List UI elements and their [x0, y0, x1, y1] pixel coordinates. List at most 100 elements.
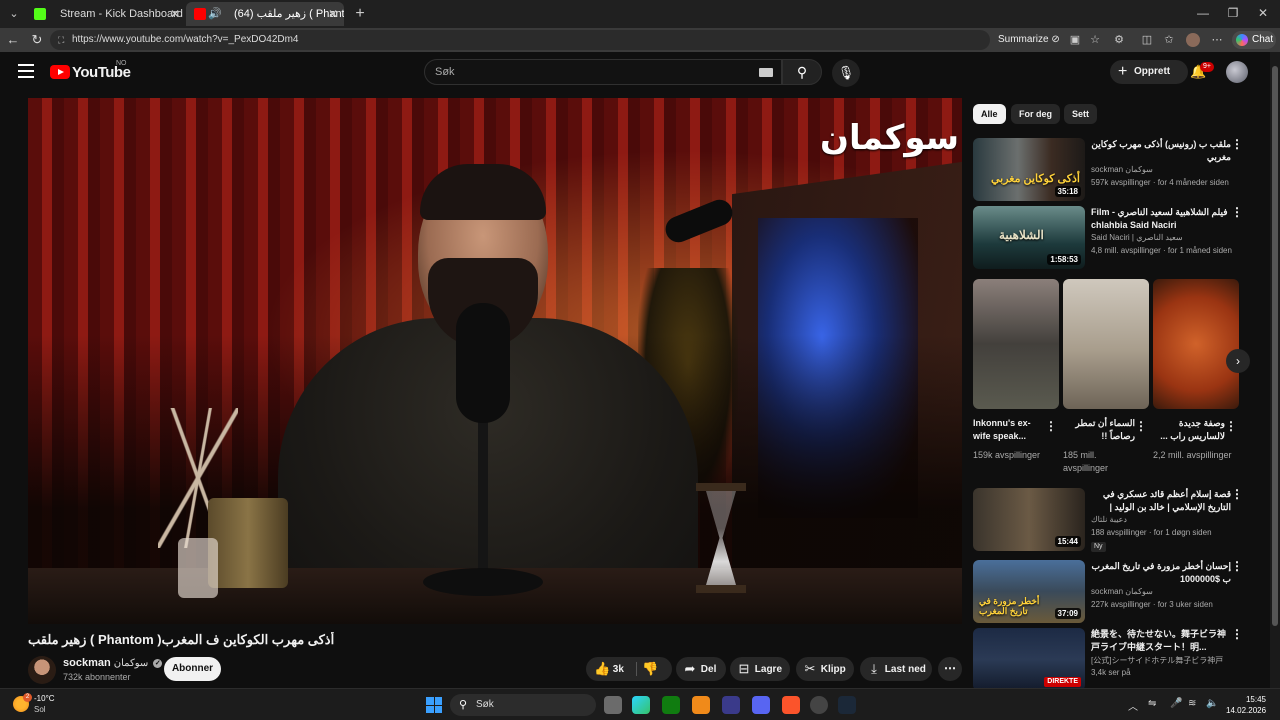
youtube-masthead: YouTube NO Søk ⚲ 🎙 + Opprett 🔔 9+ [0, 52, 1270, 92]
split-view-icon[interactable]: ◫ [1140, 33, 1154, 47]
share-button[interactable]: ➦ Del [676, 657, 726, 681]
wifi-icon[interactable]: ≋ [1188, 698, 1196, 709]
video-thumbnail[interactable]: DIREKTE [973, 628, 1085, 688]
search-input[interactable]: Søk [424, 59, 782, 85]
video-thumbnail[interactable]: الشلاهبية 1:58:53 [973, 206, 1085, 269]
favorite-star-icon[interactable]: ☆ [1088, 33, 1102, 47]
xbox-icon[interactable] [662, 696, 680, 714]
save-button[interactable]: ⊟ Lagre [730, 657, 790, 681]
close-window-icon[interactable]: ✕ [1248, 6, 1278, 20]
edge-browser-icon[interactable] [632, 696, 650, 714]
network-icon[interactable]: ⇋ [1148, 698, 1156, 709]
volume-icon[interactable]: 🔈 [1206, 698, 1218, 709]
copilot-chat-button[interactable]: Chat [1232, 31, 1276, 49]
recommendation-title[interactable]: ملقب ب (رونيس) أذكى مهرب كوكاين مغربي [1091, 138, 1231, 164]
subscribe-button[interactable]: Abonner [164, 657, 221, 681]
recommendation-channel[interactable]: دعيبة نلتاك [1091, 515, 1241, 524]
close-tab-icon[interactable]: ✕ [170, 2, 180, 26]
shorts-next-chevron-icon[interactable]: › [1226, 349, 1250, 373]
more-options-icon[interactable]: ⋮ [1225, 419, 1237, 433]
tab-kick-dashboard[interactable]: Stream - Kick Dashboard ✕ [26, 2, 186, 26]
create-button[interactable]: + Opprett [1110, 60, 1188, 84]
download-label: Last ned [884, 664, 926, 675]
favorites-icon[interactable]: ✩ [1162, 33, 1176, 47]
obs-icon[interactable] [810, 696, 828, 714]
short-thumbnail[interactable] [1153, 279, 1239, 409]
recommendation-title[interactable]: 絶景を、待たせない。舞子ビラ神戸ライブ中継スタート！明... [1091, 628, 1231, 654]
tray-chevron-icon[interactable]: ︿ [1128, 698, 1138, 713]
weather-temperature[interactable]: -10°C [34, 694, 55, 703]
recommendation-title[interactable]: إحسان أخطر مزورة في تاريخ المغرب ب $1000… [1091, 560, 1232, 586]
recommendation-title[interactable]: Film - فيلم الشلاهبية لسعيد الناصري chla… [1091, 206, 1231, 232]
extensions-icon[interactable]: ⚙ [1112, 33, 1126, 47]
new-tab-button[interactable]: + [350, 4, 370, 24]
more-options-icon[interactable]: ⋮ [1231, 560, 1243, 573]
more-actions-button[interactable]: ⋯ [938, 657, 962, 681]
recommendation-channel[interactable]: Said Naciri | سعيد الناصري [1091, 233, 1241, 242]
taskbar-clock[interactable]: 15:45 14.02.2026 [1226, 694, 1266, 716]
like-button[interactable]: 👍 3k [594, 657, 624, 682]
brave-icon[interactable] [782, 696, 800, 714]
video-thumbnail[interactable]: أذكى كوكاين مغربي 35:18 [973, 138, 1085, 201]
recommendation-channel[interactable]: [公式]シーサイドホテル舞子ビラ神戸 [1091, 655, 1241, 666]
video-thumbnail[interactable]: أخطر مزورة في تاريخ المغرب 37:09 [973, 560, 1085, 623]
recommendation-channel[interactable]: sockman سوكمان [1091, 587, 1241, 596]
task-view-icon[interactable] [604, 696, 622, 714]
more-menu-icon[interactable]: ⋯ [1210, 33, 1224, 47]
tab-actions-chevron-icon[interactable]: ⌄ [4, 4, 24, 24]
more-options-icon[interactable]: ⋮ [1231, 488, 1243, 501]
search-button[interactable]: ⚲ [782, 59, 822, 85]
site-info-icon[interactable]: ⛶ [58, 30, 64, 50]
voice-search-mic-icon[interactable]: 🎙 [832, 59, 860, 87]
chip-watched[interactable]: Sett [1064, 104, 1098, 124]
scrollbar-thumb[interactable] [1272, 66, 1278, 626]
more-options-icon[interactable]: ⋮ [1135, 419, 1147, 433]
tab-youtube-video[interactable]: 🔊 (64) زهير ملقب ( Phantom )أذكى ✕ [186, 2, 344, 26]
more-options-icon[interactable]: ⋮ [1231, 628, 1243, 641]
short-title[interactable]: السماء أن تمطر رصاصاً !! [1063, 417, 1135, 443]
channel-avatar[interactable] [28, 656, 56, 684]
short-thumbnail[interactable] [973, 279, 1059, 409]
recommendation-meta: 227k avspillinger · for 3 uker siden [1091, 600, 1213, 609]
minimize-icon[interactable]: — [1188, 6, 1218, 20]
more-options-icon[interactable]: ⋮ [1231, 138, 1243, 151]
video-player[interactable]: سوكمان [28, 98, 962, 624]
keyboard-icon[interactable] [759, 68, 773, 77]
windows-start-icon[interactable] [426, 697, 442, 713]
short-title[interactable]: وصفة جديدة لالساريس راب ... [1153, 417, 1225, 443]
account-avatar[interactable] [1226, 61, 1248, 83]
summarize-button[interactable]: Summarize ⊘ [998, 34, 1060, 45]
app-a-icon[interactable] [692, 696, 710, 714]
speaker-icon[interactable]: 🔊 [208, 2, 222, 26]
split-screen-icon[interactable]: ▣ [1068, 33, 1082, 47]
more-options-icon[interactable]: ⋮ [1045, 419, 1057, 433]
microphone-tray-icon[interactable]: 🎤 [1170, 698, 1182, 709]
clip-button[interactable]: ✂ Klipp [796, 657, 854, 681]
dislike-button[interactable]: 👎 [642, 657, 658, 682]
profile-avatar[interactable] [1186, 33, 1200, 47]
chip-for-you[interactable]: For deg [1011, 104, 1060, 124]
download-button[interactable]: ⤓ Last ned [860, 657, 932, 681]
store-icon[interactable] [722, 696, 740, 714]
scissors-icon: ✂ [804, 661, 816, 676]
maximize-icon[interactable]: ❐ [1218, 6, 1248, 20]
channel-name[interactable]: sockman سوكمان ✓ [63, 657, 163, 669]
short-title[interactable]: Inkonnu's ex-wife speak... [973, 417, 1045, 443]
steam-icon[interactable] [838, 696, 856, 714]
close-tab-icon[interactable]: ✕ [328, 2, 338, 26]
recommendation-title[interactable]: قصة إسلام أعظم قائد عسكري في التاريخ الإ… [1091, 488, 1231, 514]
chip-all[interactable]: Alle [973, 104, 1006, 124]
taskbar-search[interactable]: ⚲ Søk [450, 694, 596, 716]
short-thumbnail[interactable] [1063, 279, 1149, 409]
menu-hamburger-icon[interactable] [18, 64, 34, 78]
video-mic-stand [478, 418, 488, 578]
recommendation-channel[interactable]: sockman سوكمان [1091, 165, 1241, 174]
clock-time: 15:45 [1245, 695, 1266, 704]
url-field[interactable]: ⛶ https://www.youtube.com/watch?v=_PexDO… [50, 30, 990, 50]
video-thumbnail[interactable]: 15:44 [973, 488, 1085, 551]
page-scrollbar[interactable] [1270, 52, 1280, 688]
discord-icon[interactable] [752, 696, 770, 714]
refresh-icon[interactable]: ↻ [28, 31, 46, 49]
back-arrow-icon[interactable]: ← [4, 31, 22, 49]
more-options-icon[interactable]: ⋮ [1231, 206, 1243, 219]
